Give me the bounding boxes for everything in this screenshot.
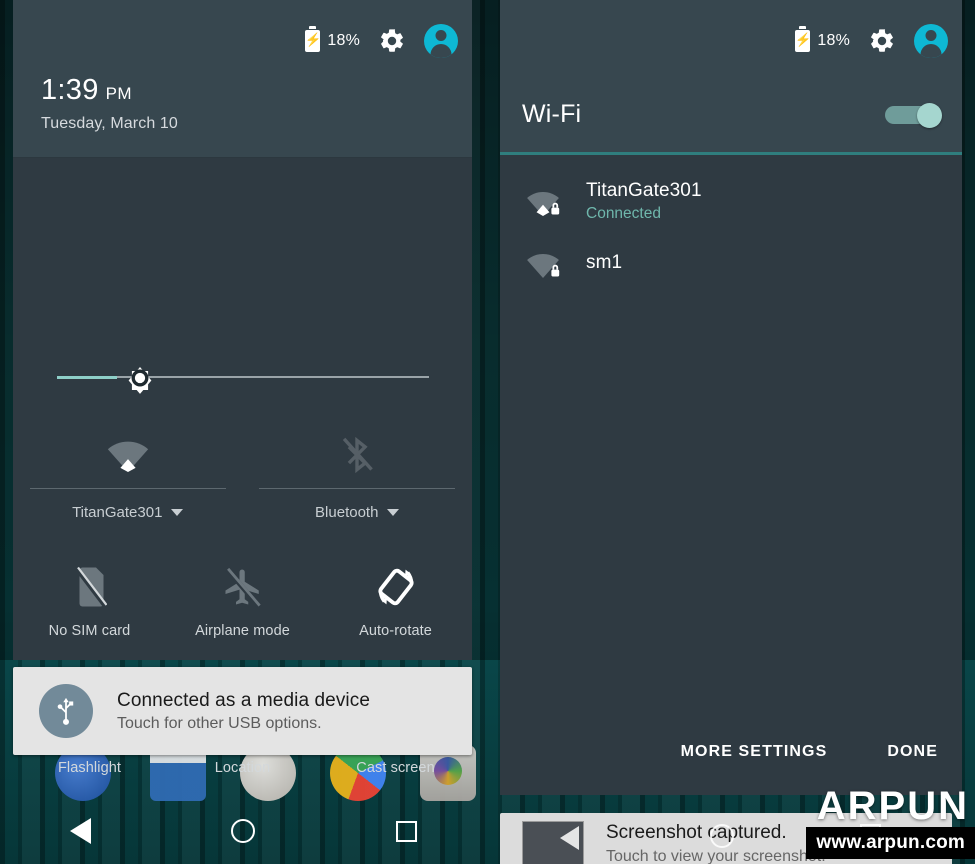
navigation-bar (0, 798, 487, 864)
gear-icon[interactable] (868, 27, 896, 55)
quick-settings-dual-tiles: TitanGate301 Bluetooth (13, 426, 472, 546)
chevron-down-icon[interactable] (387, 509, 400, 516)
quick-tile-label: Airplane mode (195, 623, 290, 639)
screenshot-notification-title: Screenshot captured. (606, 822, 787, 843)
page-title: Wi-Fi (522, 100, 582, 128)
quick-settings-body: TitanGate301 Bluetooth No SIM card Airpl… (13, 158, 472, 776)
more-settings-button[interactable]: MORE SETTINGS (681, 743, 828, 761)
battery-percent-label: 18% (327, 32, 360, 49)
wifi-toggle[interactable] (885, 103, 942, 128)
status-bar: 18% (795, 24, 948, 58)
wifi-toggle-knob (917, 103, 942, 128)
quick-tile-bluetooth-label: Bluetooth (315, 504, 379, 521)
usb-icon (39, 684, 93, 738)
screenshot-thumbnail (522, 821, 584, 864)
done-button[interactable]: DONE (887, 743, 938, 761)
wifi-secured-weak-icon (522, 248, 564, 278)
quick-tile-label: Location (214, 760, 271, 776)
wifi-network-info: TitanGate301 Connected (586, 180, 702, 223)
battery-percent-label: 18% (817, 32, 850, 49)
usb-notification-card[interactable]: Connected as a media device Touch for ot… (13, 667, 472, 755)
quick-tile-label: No SIM card (48, 623, 131, 639)
watermark-brand: ARPUN (816, 784, 969, 828)
bluetooth-off-icon (337, 434, 377, 481)
user-avatar-icon[interactable] (424, 24, 458, 58)
wifi-network-state: Connected (586, 204, 661, 222)
quick-settings-header: 18% 1:39 PM Tuesday, March 10 (13, 0, 472, 158)
battery-charging-icon (305, 26, 321, 52)
tile-divider (29, 488, 226, 489)
quick-tile-label: Flashlight (57, 760, 122, 776)
quick-settings-panel: 18% 1:39 PM Tuesday, March 10 (13, 0, 472, 776)
wifi-detail-panel: 18% Wi-Fi (500, 0, 962, 795)
battery-charging-icon (795, 26, 811, 52)
wifi-network-list: TitanGate301 Connected sm1 (500, 170, 962, 294)
clock-time: 1:39 (41, 74, 99, 106)
wifi-network-ssid: sm1 (586, 252, 623, 273)
screenshot-notification-subtitle: Touch to view your screenshot. (606, 848, 826, 864)
clock-ampm: PM (105, 84, 132, 103)
battery-status: 18% (795, 26, 850, 52)
quick-tile-bluetooth-label-row: Bluetooth (243, 504, 473, 521)
quick-tile-auto-rotate[interactable]: Auto-rotate (319, 560, 472, 639)
wifi-network-row-titangate301[interactable]: TitanGate301 Connected (500, 170, 962, 232)
quick-tile-airplane-mode[interactable]: Airplane mode (166, 560, 319, 639)
brightness-slider-fill (57, 376, 117, 379)
tile-divider (259, 488, 456, 489)
wifi-network-ssid: TitanGate301 (586, 179, 702, 201)
usb-notification-subtitle: Touch for other USB options. (117, 714, 322, 732)
screenshot-notification-text: Screenshot captured. Touch to view your … (606, 822, 826, 864)
wifi-panel-header: 18% Wi-Fi (500, 0, 962, 152)
wifi-panel-actions: MORE SETTINGS DONE (681, 743, 938, 761)
clock-widget[interactable]: 1:39 PM Tuesday, March 10 (41, 74, 178, 133)
quick-tile-label: Auto-rotate (359, 623, 432, 639)
back-icon[interactable] (70, 818, 92, 844)
airplane-mode-icon (166, 560, 319, 614)
watermark-url: www.arpun.com (806, 827, 975, 859)
status-bar: 18% (305, 24, 458, 58)
wifi-icon (104, 434, 152, 477)
quick-tile-wifi-label: TitanGate301 (72, 504, 163, 521)
user-avatar-icon[interactable] (914, 24, 948, 58)
accent-divider (500, 152, 962, 155)
usb-notification-text: Connected as a media device Touch for ot… (117, 690, 370, 733)
wifi-network-row-sm1[interactable]: sm1 (500, 232, 962, 294)
no-sim-card-icon (13, 560, 166, 614)
gear-icon[interactable] (378, 27, 406, 55)
recents-icon[interactable] (395, 820, 417, 842)
clock-date: Tuesday, March 10 (41, 115, 178, 132)
wifi-network-info: sm1 (586, 252, 622, 274)
home-icon[interactable] (231, 819, 256, 843)
auto-rotate-icon (319, 560, 472, 614)
chevron-down-icon[interactable] (171, 509, 184, 516)
wifi-secured-icon (522, 186, 564, 216)
brightness-slider-thumb[interactable] (121, 359, 159, 397)
battery-status: 18% (305, 26, 360, 52)
quick-tile-wifi[interactable]: TitanGate301 (13, 426, 243, 546)
quick-tile-no-sim-card[interactable]: No SIM card (13, 560, 166, 639)
usb-notification-title: Connected as a media device (117, 689, 371, 711)
quick-tile-bluetooth[interactable]: Bluetooth (243, 426, 473, 546)
quick-tile-wifi-label-row: TitanGate301 (13, 504, 243, 521)
quick-tile-label: Cast screen (356, 760, 435, 776)
brightness-slider[interactable] (57, 367, 429, 394)
